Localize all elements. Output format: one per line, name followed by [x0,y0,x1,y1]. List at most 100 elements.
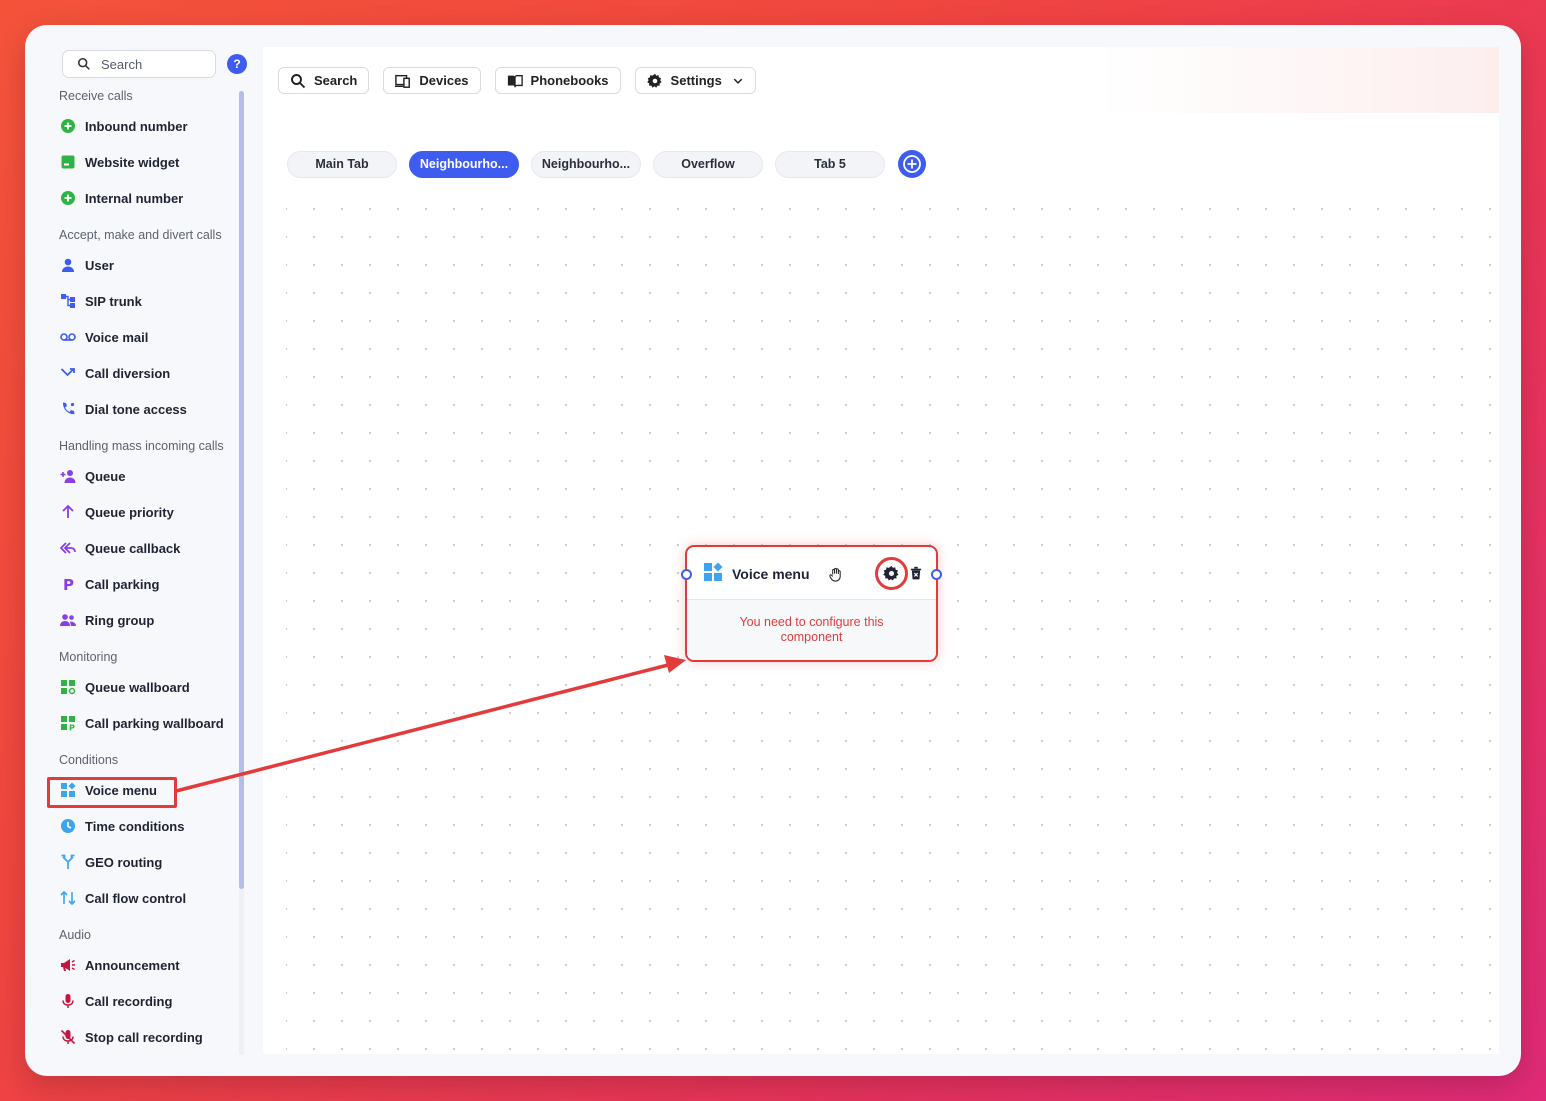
node-header: Voice menu [687,547,936,600]
node-output-port[interactable] [931,569,942,580]
configure-button[interactable] [875,557,908,590]
sidebar-item-call-recording[interactable]: Call recording [59,990,172,1012]
sidebar-item-label: Queue priority [85,504,174,520]
parking-icon: P [59,576,76,593]
section-monitoring: Monitoring [59,650,118,664]
sidebar-item-label: Dial tone access [85,401,187,417]
search-button[interactable]: Search [278,67,370,94]
voice-menu-highlight [47,777,177,808]
trash-icon [910,566,922,580]
sidebar-item-call-diversion[interactable]: Call diversion [59,362,170,384]
sidebar-item-label: Call recording [85,993,173,1009]
sip-trunk-icon [59,293,76,310]
sidebar-scrollbar-thumb[interactable] [239,91,244,889]
search-icon [291,73,306,88]
sidebar-item-website-widget[interactable]: Website widget [59,151,179,173]
sidebar-item-label: Call parking wallboard [85,715,224,731]
call-diversion-icon [59,365,76,382]
devices-button-label: Devices [419,73,469,88]
node-input-port[interactable] [681,569,692,580]
tab-neighbourhood-2[interactable]: Neighbourho... [531,150,641,178]
topbar-gradient [1099,47,1499,113]
sidebar-item-label: Stop call recording [85,1029,203,1045]
svg-text:P: P [63,576,74,592]
phonebooks-button[interactable]: Phonebooks [494,67,621,94]
settings-dropdown[interactable]: Settings [634,67,756,94]
search-placeholder: Search [101,56,143,72]
arrow-up-icon [59,504,76,521]
sidebar-item-queue-priority[interactable]: Queue priority [59,501,174,523]
voice-menu-node[interactable]: Voice menu You need to configure this co… [685,545,938,662]
voice-menu-icon [703,562,723,587]
sidebar-item-user[interactable]: User [59,254,114,276]
add-user-icon [59,468,76,485]
sidebar: Search ? Receive calls Inbound number We… [25,25,255,1076]
sidebar-item-inbound-number[interactable]: Inbound number [59,115,188,137]
sidebar-item-dial-tone-access[interactable]: Dial tone access [59,398,187,420]
voicemail-icon [59,329,76,346]
reply-all-icon [59,540,76,557]
book-icon [507,74,523,87]
chevron-down-icon [733,78,743,84]
sidebar-item-voice-mail[interactable]: Voice mail [59,326,148,348]
fork-icon [59,854,76,871]
sidebar-item-internal-number[interactable]: Internal number [59,187,183,209]
sidebar-item-label: Announcement [85,957,180,973]
section-accept-calls: Accept, make and divert calls [59,228,222,242]
sidebar-item-label: Ring group [85,612,155,628]
sidebar-item-sip-trunk[interactable]: SIP trunk [59,290,142,312]
sidebar-item-queue-wallboard[interactable]: Queue wallboard [59,676,190,698]
node-error-message: You need to configure this component [739,615,884,644]
sidebar-item-label: User [85,257,114,273]
sidebar-item-call-parking-wallboard[interactable]: P Call parking wallboard [59,712,224,734]
sidebar-item-queue[interactable]: Queue [59,465,125,487]
svg-text:P: P [69,724,75,732]
sidebar-item-label: Call diversion [85,365,171,381]
sidebar-item-label: Queue [85,468,126,484]
plus-circle-icon [903,155,921,173]
gear-icon [646,73,662,88]
sidebar-item-label: Website widget [85,154,180,170]
sidebar-item-call-parking[interactable]: P Call parking [59,573,160,595]
delete-button[interactable] [910,566,922,585]
tab-overflow[interactable]: Overflow [653,150,763,178]
search-icon [77,57,90,70]
devices-icon [395,74,411,88]
microphone-icon [59,993,76,1010]
plus-circle-icon [59,118,76,135]
settings-label: Settings [670,73,722,88]
sidebar-item-label: Time conditions [85,818,185,834]
drag-hand-icon[interactable] [828,567,843,587]
sidebar-item-label: Inbound number [85,118,188,134]
sidebar-item-queue-callback[interactable]: Queue callback [59,537,180,559]
add-tab-button[interactable] [898,150,926,178]
sidebar-item-label: Queue wallboard [85,679,190,695]
sidebar-item-label: Queue callback [85,540,181,556]
section-mass-calls: Handling mass incoming calls [59,439,224,453]
sidebar-item-label: Call flow control [85,890,187,906]
section-audio: Audio [59,928,91,942]
sidebar-item-label: Call parking [85,576,160,592]
sidebar-item-ring-group[interactable]: Ring group [59,609,154,631]
tab-5[interactable]: Tab 5 [775,150,885,178]
node-title: Voice menu [732,566,810,582]
parking-wallboard-icon: P [59,715,76,732]
sidebar-search-input[interactable]: Search [62,50,216,78]
tab-main[interactable]: Main Tab [287,150,397,178]
sidebar-item-geo-routing[interactable]: GEO routing [59,851,162,873]
phone-icon [59,401,76,418]
sidebar-item-stop-call-recording[interactable]: Stop call recording [59,1026,203,1048]
section-conditions: Conditions [59,753,119,767]
microphone-off-icon [59,1029,76,1046]
wallboard-icon [59,679,76,696]
flow-control-icon [59,890,76,907]
sidebar-item-announcement[interactable]: Announcement [59,954,180,976]
sidebar-item-time-conditions[interactable]: Time conditions [59,815,184,837]
section-receive-calls: Receive calls [59,89,133,103]
sidebar-item-label: SIP trunk [85,293,142,309]
sidebar-item-call-flow-control[interactable]: Call flow control [59,887,186,909]
help-icon[interactable]: ? [227,54,247,74]
devices-button[interactable]: Devices [383,67,481,94]
search-button-label: Search [314,73,358,88]
tab-neighbourhood-1[interactable]: Neighbourho... [409,150,519,178]
